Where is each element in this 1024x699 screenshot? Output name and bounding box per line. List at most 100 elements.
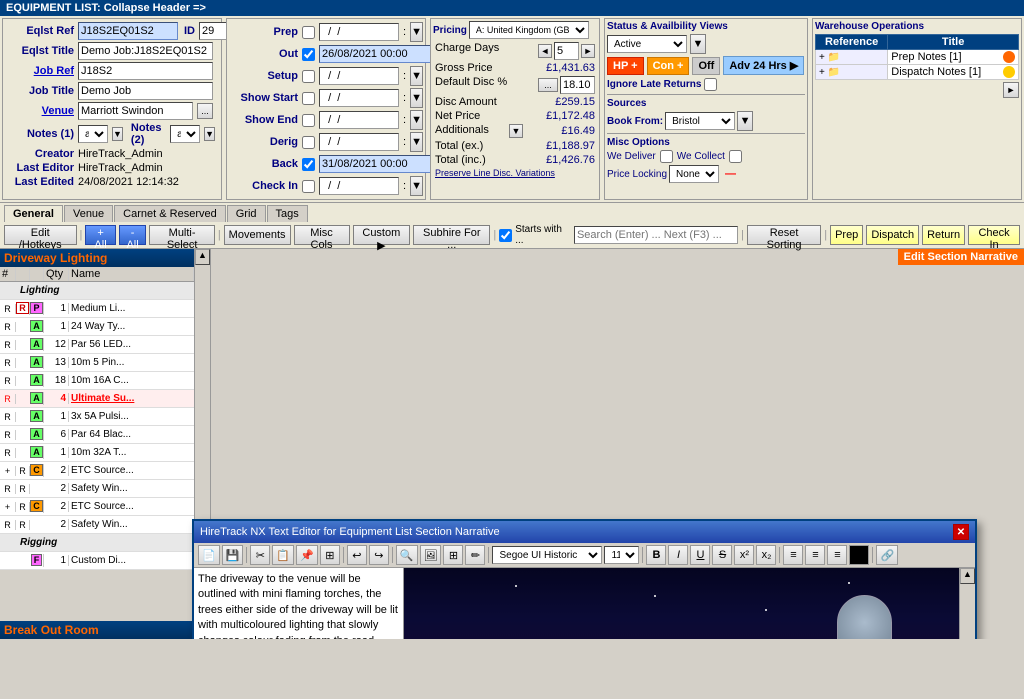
tab-general[interactable]: General [4, 205, 63, 222]
notes1-select[interactable]: a) [78, 125, 108, 143]
check-in-checkbox[interactable] [302, 180, 315, 193]
prep-button[interactable]: Prep [830, 225, 863, 245]
italic-btn[interactable]: I [668, 545, 688, 565]
copy-btn[interactable]: 📋 [272, 545, 294, 565]
off-button[interactable]: Off [692, 57, 720, 75]
show-start-time-btn[interactable]: ▼ [410, 88, 423, 108]
disc-btn[interactable]: ... [538, 78, 558, 92]
strikethrough-btn[interactable]: S [712, 545, 732, 565]
subscript-btn[interactable]: x₂ [756, 545, 776, 565]
derig-date[interactable] [319, 133, 399, 151]
font-size-select[interactable]: 11 [604, 546, 639, 564]
editor-text-area[interactable]: The driveway to the venue will be outlin… [194, 568, 404, 639]
back-checkbox[interactable] [302, 158, 315, 171]
book-from-select[interactable]: Bristol [665, 112, 735, 130]
charge-days-plus[interactable]: ► [581, 44, 595, 58]
out-checkbox[interactable] [302, 48, 315, 61]
ignore-late-checkbox[interactable] [704, 78, 717, 91]
notes2-select[interactable]: a) [170, 125, 200, 143]
we-collect-checkbox[interactable] [729, 150, 742, 163]
notes1-arrow[interactable]: ▼ [112, 127, 123, 141]
align-center-btn[interactable]: ≡ [805, 545, 825, 565]
job-title-input[interactable] [78, 82, 213, 100]
editor-close-button[interactable]: ✕ [953, 524, 969, 540]
job-ref-input[interactable] [78, 62, 213, 80]
notes2-arrow[interactable]: ▼ [204, 127, 215, 141]
custom-button[interactable]: Custom ▶ [353, 225, 411, 245]
id-input[interactable] [199, 22, 229, 40]
venue-browse-button[interactable]: ... [197, 103, 213, 119]
format-btn[interactable]: ⊞ [320, 545, 340, 565]
tab-tags[interactable]: Tags [267, 205, 308, 222]
show-start-checkbox[interactable] [302, 92, 315, 105]
reset-sorting-button[interactable]: Reset Sorting [747, 225, 821, 245]
undo-btn[interactable]: ↩ [347, 545, 367, 565]
disc-input[interactable] [560, 76, 595, 94]
tab-carnet[interactable]: Carnet & Reserved [114, 205, 226, 222]
prep-checkbox[interactable] [302, 26, 315, 39]
charge-days-minus[interactable]: ◄ [538, 44, 552, 58]
starts-with-checkbox[interactable] [499, 229, 512, 242]
book-from-btn[interactable]: ▼ [737, 111, 753, 131]
status-dropdown-btn[interactable]: ▼ [690, 34, 706, 54]
show-start-date[interactable] [319, 89, 399, 107]
back-date[interactable] [319, 155, 434, 173]
setup-date[interactable] [319, 67, 399, 85]
pricing-region-select[interactable]: A: United Kingdom (GBP) [469, 21, 589, 39]
multi-select-button[interactable]: Multi-Select [149, 225, 214, 245]
edit-section-narrative-button[interactable]: Edit Section Narrative [898, 249, 1024, 265]
show-end-checkbox[interactable] [302, 114, 315, 127]
derig-time-btn[interactable]: ▼ [410, 132, 423, 152]
show-end-time-btn[interactable]: ▼ [410, 110, 423, 130]
search-btn[interactable]: 🔍 [396, 545, 418, 565]
dispatch-button[interactable]: Dispatch [866, 225, 919, 245]
hp-button[interactable]: HP + [607, 57, 644, 75]
charge-days-input[interactable] [554, 42, 579, 60]
align-right-btn[interactable]: ≡ [827, 545, 847, 565]
return-button[interactable]: Return [922, 225, 965, 245]
tab-grid[interactable]: Grid [227, 205, 266, 222]
out-date[interactable] [319, 45, 434, 63]
check-in-time-btn[interactable]: ▼ [410, 176, 423, 196]
check-in-toolbar-button[interactable]: Check In [968, 225, 1020, 245]
eqlist-ref-input[interactable] [78, 22, 178, 40]
additionals-arrow[interactable]: ▼ [509, 124, 523, 138]
search-input[interactable] [574, 226, 738, 244]
prep-time-btn[interactable]: ▼ [410, 22, 423, 42]
pencil-btn[interactable]: ✏ [465, 545, 485, 565]
dispatch-expand-btn[interactable]: + [819, 67, 825, 78]
price-locking-select[interactable]: None [669, 165, 719, 183]
editor-scrollbar[interactable]: ▲ ▼ [959, 568, 975, 639]
redo-btn[interactable]: ↪ [369, 545, 389, 565]
adv-button[interactable]: Adv 24 Hrs ▶ [723, 56, 804, 75]
table-btn[interactable]: ⊞ [443, 545, 463, 565]
paste-btn[interactable]: 📌 [296, 545, 318, 565]
new-btn[interactable]: 📄 [198, 545, 220, 565]
editor-scroll-up[interactable]: ▲ [960, 568, 975, 584]
check-in-date[interactable] [319, 177, 399, 195]
eqlist-title-input[interactable] [78, 42, 213, 60]
cut-btn[interactable]: ✂ [250, 545, 270, 565]
link-btn[interactable]: 🔗 [876, 545, 898, 565]
underline-btn[interactable]: U [690, 545, 710, 565]
scroll-up-btn[interactable]: ▲ [195, 249, 210, 265]
preserve-link[interactable]: Preserve Line Disc. Variations [433, 167, 597, 179]
all-plus-button[interactable]: + All [85, 225, 115, 245]
movements-button[interactable]: Movements [224, 225, 291, 245]
edit-hotkeys-button[interactable]: Edit /Hotkeys [4, 225, 77, 245]
tab-venue[interactable]: Venue [64, 205, 113, 222]
subhire-button[interactable]: Subhire For ... [413, 225, 490, 245]
prep-expand-btn[interactable]: + [819, 52, 825, 63]
venue-input[interactable] [78, 102, 193, 120]
we-deliver-checkbox[interactable] [660, 150, 673, 163]
image-btn[interactable]: 🖼 [420, 545, 442, 565]
prep-date[interactable] [319, 23, 399, 41]
bold-btn[interactable]: B [646, 545, 666, 565]
setup-checkbox[interactable] [302, 70, 315, 83]
all-minus-button[interactable]: - All [119, 225, 147, 245]
status-select[interactable]: Active [607, 35, 687, 53]
misc-cols-button[interactable]: Misc Cols [294, 225, 350, 245]
con-button[interactable]: Con + [647, 57, 690, 75]
align-left-btn[interactable]: ≡ [783, 545, 803, 565]
font-family-select[interactable]: Segoe UI Historic [492, 546, 602, 564]
